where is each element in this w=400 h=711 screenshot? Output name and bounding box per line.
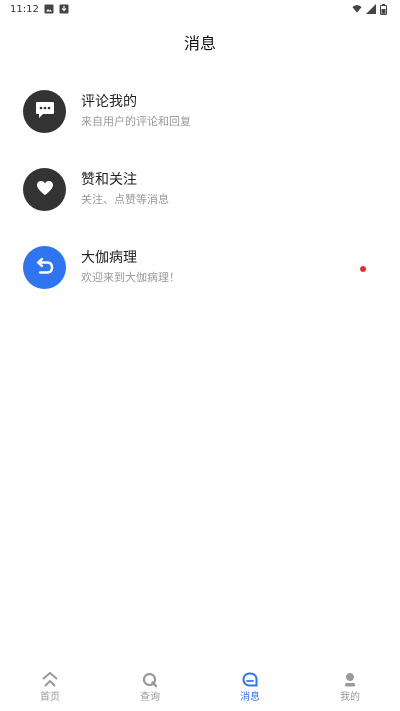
message-item-likes-follows[interactable]: 赞和关注 关注、点赞等消息: [0, 162, 400, 240]
download-notification-icon: [59, 4, 69, 14]
comments-avatar: [23, 90, 66, 133]
message-subtitle: 关注、点赞等消息: [81, 193, 169, 206]
nav-label: 消息: [240, 691, 260, 703]
nav-profile[interactable]: 我的: [300, 661, 400, 711]
nav-label: 查询: [140, 691, 160, 703]
nav-label: 首页: [40, 691, 60, 703]
status-time: 11:12: [10, 3, 39, 15]
user-icon: [341, 671, 359, 689]
cell-signal-icon: [366, 4, 376, 14]
status-bar: 11:12: [0, 0, 400, 18]
nav-search[interactable]: 查询: [100, 661, 200, 711]
chat-bubble-icon: [35, 101, 55, 123]
message-subtitle: 欢迎来到大伽病理！: [81, 271, 180, 284]
message-item-system[interactable]: 大伽病理 欢迎来到大伽病理！: [0, 240, 400, 318]
battery-icon: [380, 4, 390, 15]
message-title: 大伽病理: [81, 250, 137, 266]
nav-messages[interactable]: 消息: [200, 661, 300, 711]
home-icon: [41, 671, 59, 689]
message-list: 评论我的 来自用户的评论和回复 赞和关注 关注、点赞等消息 大伽病理 欢迎来到大…: [0, 84, 400, 318]
search-icon: [141, 671, 159, 689]
message-subtitle: 来自用户的评论和回复: [81, 115, 191, 128]
status-left: 11:12: [10, 4, 69, 15]
system-avatar: [23, 246, 66, 289]
message-icon: [241, 671, 259, 689]
message-text: 赞和关注 关注、点赞等消息: [81, 168, 169, 208]
likes-avatar: [23, 168, 66, 211]
message-item-comments[interactable]: 评论我的 来自用户的评论和回复: [0, 84, 400, 162]
message-title: 评论我的: [81, 94, 137, 110]
message-screen: 11:12 消息 评论我的 来自用户的评论和回复 赞和关注 关注、点赞等消息 大…: [0, 0, 400, 711]
nav-label: 我的: [340, 691, 360, 703]
unread-dot: [360, 266, 366, 272]
return-arrow-icon: [35, 257, 55, 279]
bottom-nav: 首页 查询 消息 我的: [0, 661, 400, 711]
message-text: 评论我的 来自用户的评论和回复: [81, 90, 191, 130]
message-title: 赞和关注: [81, 172, 137, 188]
nav-home[interactable]: 首页: [0, 661, 100, 711]
message-text: 大伽病理 欢迎来到大伽病理！: [81, 246, 180, 286]
page-title: 消息: [183, 34, 216, 53]
gallery-notification-icon: [44, 4, 54, 14]
heart-icon: [36, 180, 54, 200]
wifi-icon: [352, 4, 362, 14]
status-right: [352, 4, 390, 15]
